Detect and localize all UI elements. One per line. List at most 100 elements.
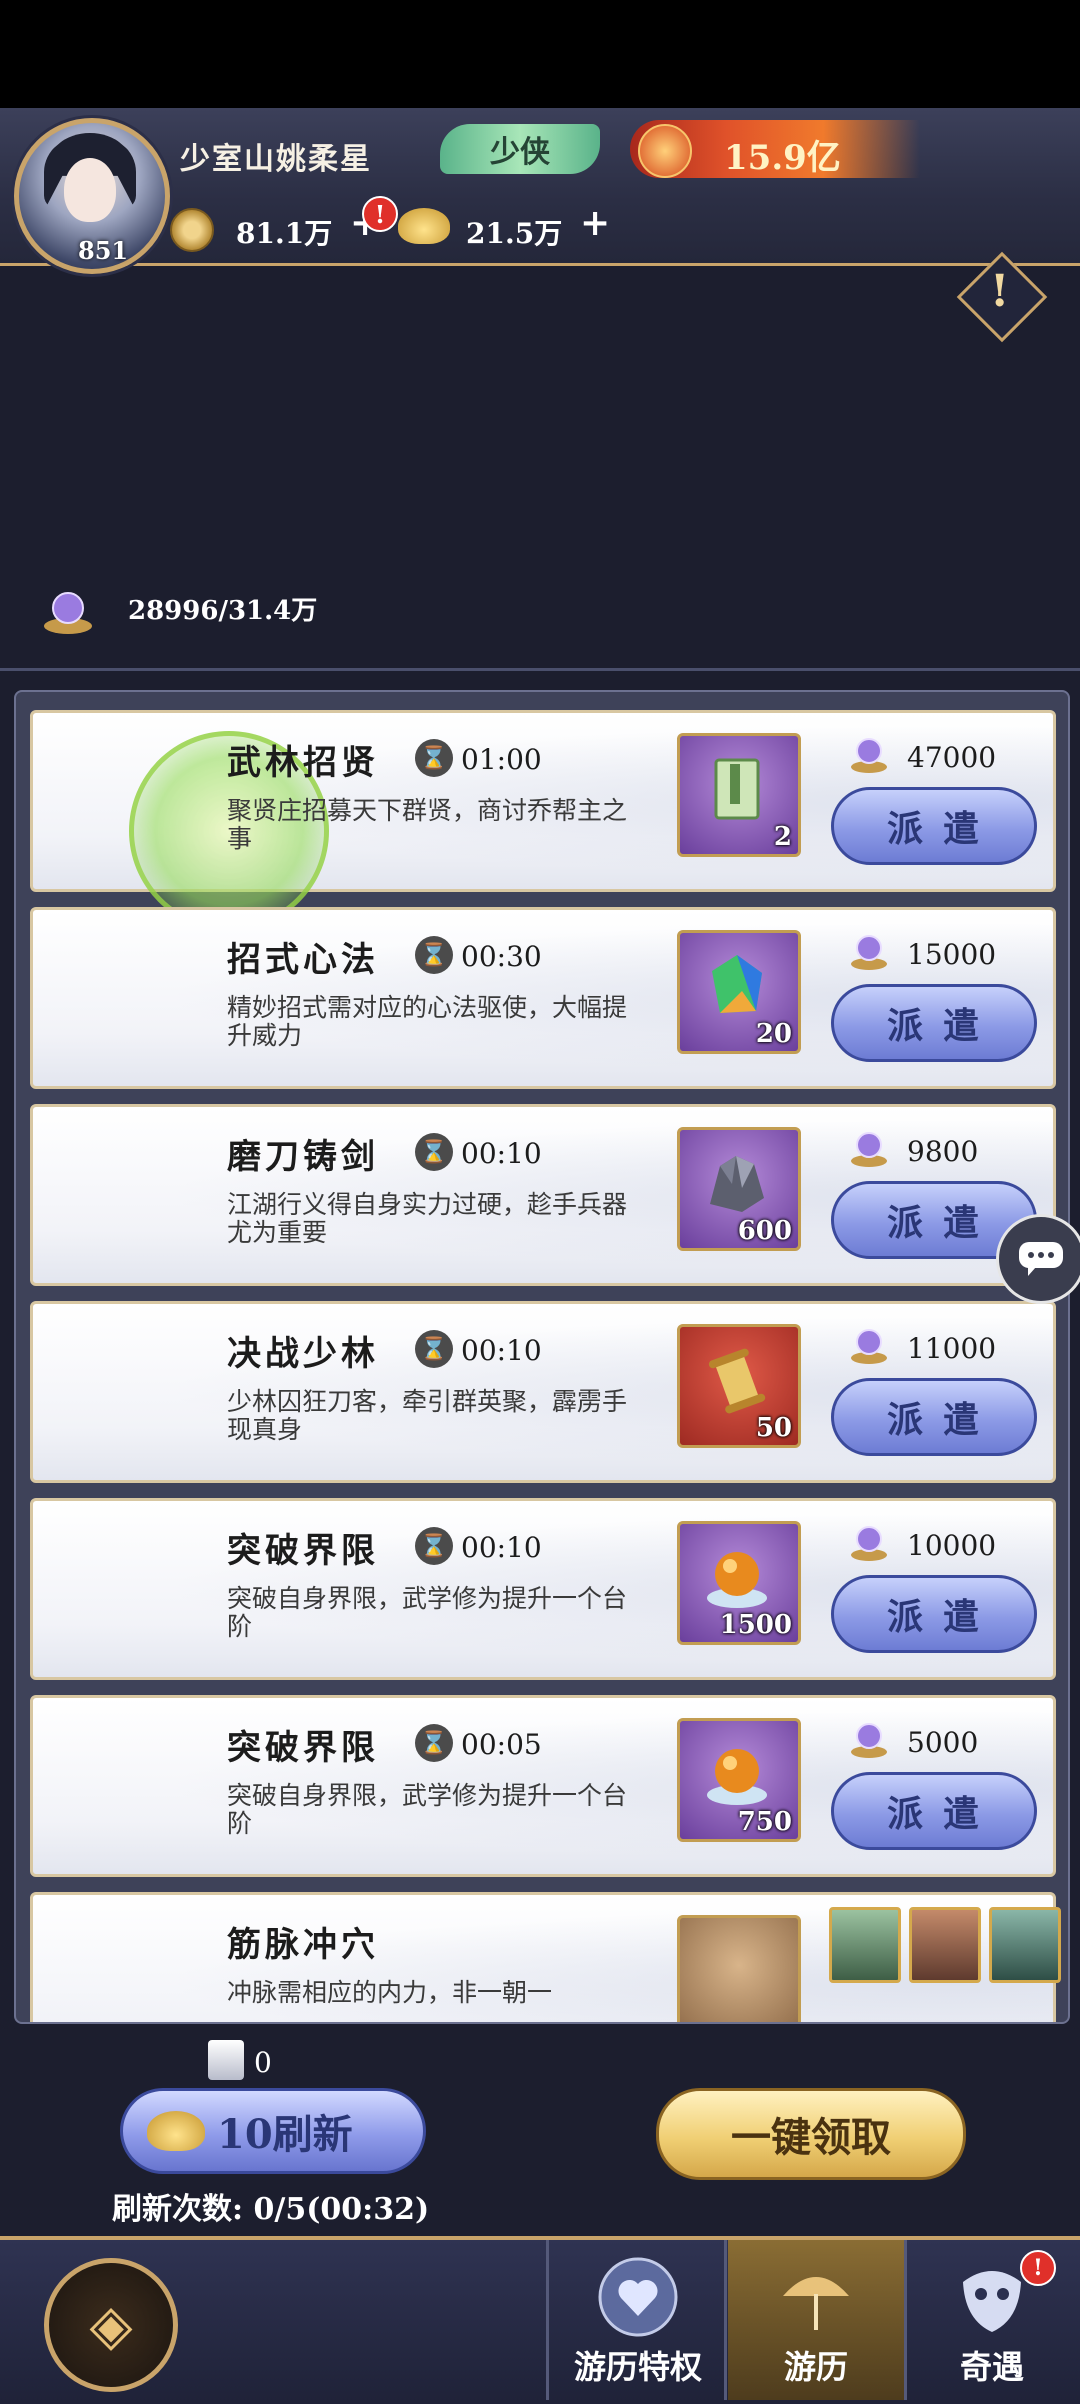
coin-alert-badge: ! — [362, 196, 398, 232]
mission-cost: 9800 — [907, 1135, 979, 1168]
hero-portrait[interactable] — [989, 1907, 1061, 1983]
tab-label: 奇遇 — [959, 2348, 1024, 2386]
reward-quantity: 20 — [755, 1019, 792, 1049]
reward-item-orb[interactable]: 1500 — [677, 1521, 801, 1645]
add-ingots-button[interactable]: + — [580, 202, 610, 244]
book-icon — [714, 758, 760, 820]
status-bar-area — [0, 0, 1080, 108]
hourglass-icon: ⌛ — [415, 1330, 453, 1368]
reward-item-crystal[interactable]: 20 — [677, 930, 801, 1054]
stamina-orb-icon — [851, 738, 887, 773]
hourglass-icon: ⌛ — [415, 739, 453, 777]
reward-quantity: 50 — [755, 1413, 792, 1443]
mission-title: 磨刀铸剑 — [227, 1137, 379, 1177]
power-icon — [638, 124, 692, 178]
mission-list[interactable]: 武林招贤 ⌛ 01:00 聚贤庄招募天下群贤，商讨乔帮主之事 2 47000 派… — [14, 690, 1070, 2024]
dispatch-button[interactable]: 派遣 — [831, 984, 1037, 1062]
iron-ore-icon — [710, 1156, 764, 1212]
mission-desc: 聚贤庄招募天下群贤，商讨乔帮主之事 — [227, 796, 628, 853]
refresh-count: 刷新次数: 0/5(00:32) — [112, 2192, 430, 2227]
mission-time: 00:30 — [461, 940, 542, 973]
reward-quantity: 2 — [773, 822, 792, 852]
mission-title: 决战少林 — [227, 1334, 379, 1374]
reward-quantity: 750 — [737, 1807, 792, 1837]
golden-orb-icon — [707, 1749, 767, 1805]
mission-card: 筋脉冲穴 冲脉需相应的内力，非一朝一 — [30, 1892, 1061, 2022]
dispatch-button[interactable]: 派遣 — [831, 1378, 1037, 1456]
mission-cost: 5000 — [907, 1726, 979, 1759]
mission-title: 突破界限 — [227, 1728, 379, 1768]
mission-cost: 47000 — [907, 741, 997, 774]
mission-desc: 冲脉需相应的内力，非一朝一 — [227, 1978, 553, 2007]
hero-portrait[interactable] — [829, 1907, 901, 1983]
dispatch-button[interactable]: 派遣 — [831, 1575, 1037, 1653]
mission-card: 招式心法 ⌛ 00:30 精妙招式需对应的心法驱使，大幅提升威力 20 1500… — [30, 907, 1056, 1089]
hourglass-icon: ⌛ — [415, 1724, 453, 1762]
ticket-icon — [208, 2040, 244, 2080]
hourglass-icon: ⌛ — [415, 936, 453, 974]
mission-title: 突破界限 — [227, 1531, 379, 1571]
mission-desc: 突破自身界限，武学修为提升一个台阶 — [227, 1584, 628, 1641]
mission-title: 招式心法 — [227, 940, 379, 980]
stamina-orb-icon — [851, 1526, 887, 1561]
umbrella-icon — [783, 2277, 849, 2330]
stamina-value: 28996/31.4万 — [128, 596, 318, 626]
stamina-orb-icon — [851, 1723, 887, 1758]
reward-quantity: 1500 — [719, 1610, 792, 1640]
tab-travel[interactable]: 游历 — [728, 2240, 904, 2400]
mission-title: 筋脉冲穴 — [227, 1925, 379, 1965]
stamina-orb-icon — [851, 935, 887, 970]
reward-quantity: 600 — [737, 1216, 792, 1246]
reward-item-orb[interactable]: 750 — [677, 1718, 801, 1842]
refresh-label: 10刷新 — [217, 2111, 353, 2158]
player-name: 少室山姚柔星 — [180, 142, 372, 177]
mission-title: 武林招贤 — [227, 743, 379, 783]
home-button[interactable]: ◈ — [44, 2258, 178, 2392]
chat-icon — [1019, 1242, 1063, 1276]
mission-cost: 15000 — [907, 938, 997, 971]
reward-item-book[interactable]: 2 — [677, 733, 801, 857]
ingot-icon — [398, 208, 450, 244]
mission-card: 突破界限 ⌛ 00:10 突破自身界限，武学修为提升一个台阶 1500 1000… — [30, 1498, 1056, 1680]
chat-button[interactable] — [996, 1214, 1080, 1304]
crystal-icon — [712, 955, 762, 1013]
divider — [0, 668, 1080, 671]
scroll-icon — [708, 1348, 766, 1414]
stamina-orb-icon — [44, 592, 92, 634]
mission-desc: 少林囚狂刀客，牵引群英聚，霹雳手现真身 — [227, 1387, 628, 1444]
mission-time: 00:05 — [461, 1728, 542, 1761]
nav-divider — [546, 2240, 549, 2400]
rank-badge: 少侠 — [440, 124, 600, 174]
ingot-icon — [147, 2111, 205, 2151]
mission-cost: 10000 — [907, 1529, 997, 1562]
mission-time: 00:10 — [461, 1334, 542, 1367]
player-level: 851 — [78, 236, 129, 265]
mission-desc: 江湖行义得自身实力过硬，趁手兵器尤为重要 — [227, 1190, 628, 1247]
claim-all-button[interactable]: 一键领取 — [656, 2088, 966, 2180]
dispatch-button[interactable]: 派遣 — [831, 787, 1037, 865]
ingot-value: 21.5万 — [466, 217, 563, 250]
hero-requirements — [829, 1907, 1061, 1987]
hero-portrait[interactable] — [909, 1907, 981, 1983]
power-value: 15.9亿 — [724, 138, 841, 178]
mission-desc: 突破自身界限，武学修为提升一个台阶 — [227, 1781, 628, 1838]
mission-time: 01:00 — [461, 743, 542, 776]
mission-desc: 精妙招式需对应的心法驱使，大幅提升威力 — [227, 993, 628, 1050]
stamina-orb-icon — [851, 1329, 887, 1364]
reward-item-map[interactable] — [677, 1915, 801, 2022]
heart-shield-icon — [598, 2257, 678, 2337]
mission-card: 磨刀铸剑 ⌛ 00:10 江湖行义得自身实力过硬，趁手兵器尤为重要 600 98… — [30, 1104, 1056, 1286]
tab-label: 游历 — [783, 2348, 848, 2386]
refresh-button[interactable]: 10刷新 — [120, 2088, 426, 2174]
coin-value: 81.1万 — [236, 217, 333, 250]
compass-icon: ◈ — [89, 2292, 133, 2358]
mission-cost: 11000 — [907, 1332, 997, 1365]
reward-item-scroll[interactable]: 50 — [677, 1324, 801, 1448]
hourglass-icon: ⌛ — [415, 1527, 453, 1565]
reward-item-ore[interactable]: 600 — [677, 1127, 801, 1251]
mission-time: 00:10 — [461, 1137, 542, 1170]
tab-privilege[interactable]: 游历特权 — [550, 2240, 726, 2400]
nav-divider — [724, 2240, 727, 2400]
golden-orb-icon — [707, 1552, 767, 1608]
dispatch-button[interactable]: 派遣 — [831, 1772, 1037, 1850]
